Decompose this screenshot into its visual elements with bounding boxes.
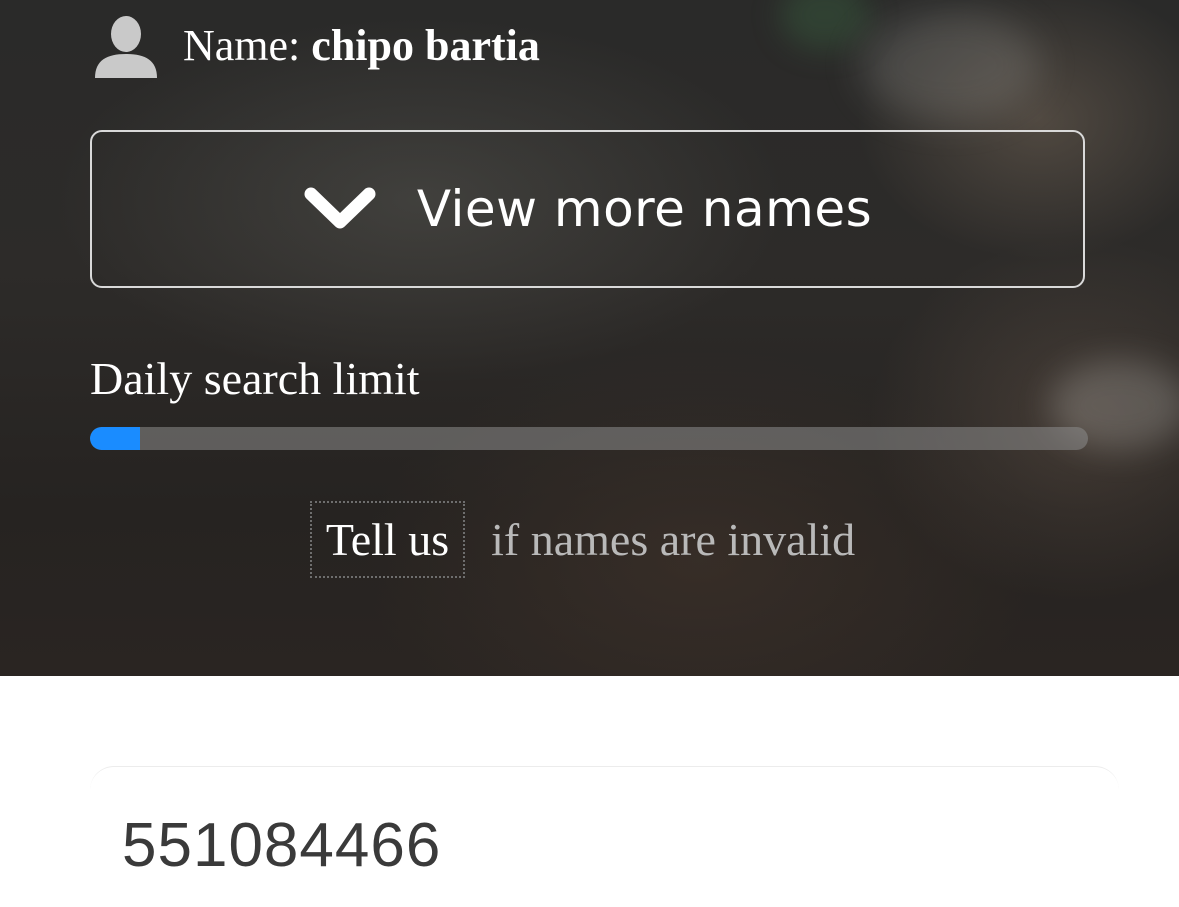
user-name-text: Name: chipo bartia: [183, 14, 540, 78]
view-more-names-button[interactable]: View more names: [90, 130, 1085, 288]
hero-background: Name: chipo bartia View more names Daily…: [0, 0, 1179, 676]
daily-search-limit-label: Daily search limit: [90, 353, 420, 404]
search-limit-progress-bar: [90, 427, 1088, 450]
background-blur-light: [780, 0, 870, 50]
background-blur-phone: [860, 10, 1040, 120]
name-label: Name:: [183, 21, 312, 70]
report-invalid-row: Tell us if names are invalid: [0, 496, 1179, 582]
search-limit-progress-fill: [90, 427, 140, 450]
user-silhouette-icon: [95, 16, 157, 78]
invalid-names-text: if names are invalid: [491, 513, 856, 565]
user-name-row: Name: chipo bartia: [93, 14, 540, 78]
view-more-label: View more names: [416, 180, 873, 238]
phone-number: 551084466: [122, 811, 442, 880]
tell-us-link[interactable]: Tell us: [309, 500, 466, 578]
bottom-panel: 551084466: [0, 676, 1179, 907]
chevron-down-icon: [304, 187, 376, 229]
name-value: chipo bartia: [311, 21, 540, 70]
